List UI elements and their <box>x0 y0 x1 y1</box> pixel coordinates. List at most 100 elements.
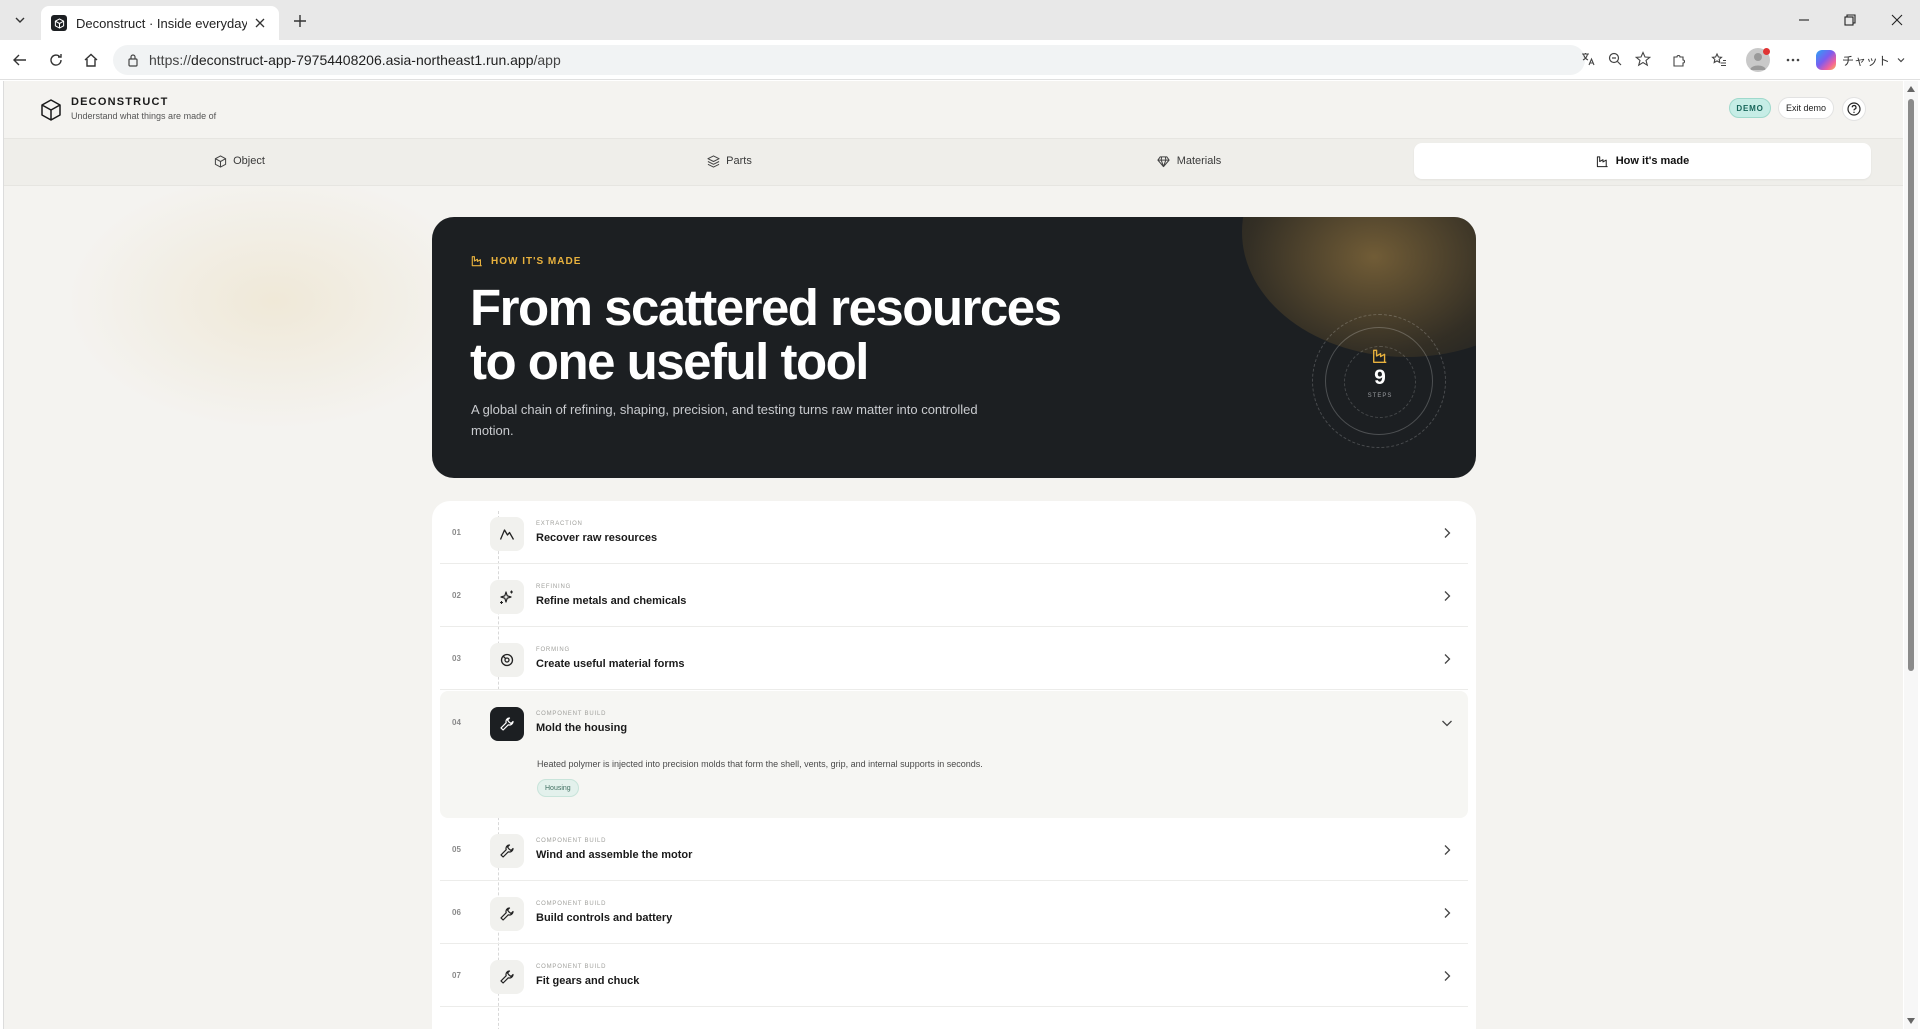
chevron-right-icon <box>1440 969 1454 983</box>
hero-title-line1: From scattered resources <box>470 279 1062 336</box>
step-category: COMPONENT BUILD <box>536 711 607 717</box>
scroll-down-arrow-icon[interactable] <box>1907 1017 1915 1025</box>
browser-tab-active[interactable]: Deconstruct · Inside everyday things <box>41 6 279 40</box>
step-category: EXTRACTION <box>536 521 583 527</box>
step-category: COMPONENT BUILD <box>536 964 607 970</box>
step-row-07[interactable]: 07 COMPONENT BUILD Fit gears and chuck <box>440 944 1468 1007</box>
notification-dot <box>1763 48 1770 55</box>
url-host: deconstruct-app-79754408206.asia-northea… <box>191 52 534 68</box>
forming-icon <box>490 643 524 677</box>
wrench-icon <box>490 834 524 868</box>
steps-label: STEPS <box>1367 393 1393 399</box>
step-title: Recover raw resources <box>536 532 658 544</box>
tab-list-button[interactable] <box>6 6 34 34</box>
layers-icon <box>706 154 720 168</box>
scrollbar-thumb[interactable] <box>1908 99 1914 671</box>
favorites-icon[interactable] <box>1708 49 1730 71</box>
cube-logo-icon[interactable] <box>37 96 65 124</box>
close-tab-icon[interactable] <box>251 14 269 32</box>
mountain-icon <box>490 517 524 551</box>
page-scrollbar[interactable] <box>1904 81 1918 1029</box>
background-glow <box>64 171 484 431</box>
close-window-button[interactable] <box>1884 8 1910 32</box>
zoom-icon[interactable] <box>1604 48 1626 70</box>
step-row-01[interactable]: 01 EXTRACTION Recover raw resources <box>440 501 1468 564</box>
back-button[interactable] <box>8 48 32 72</box>
browser-tab-strip: Deconstruct · Inside everyday things <box>0 0 1920 40</box>
more-menu-icon[interactable] <box>1782 49 1804 71</box>
tab-object[interactable]: Object <box>4 143 474 179</box>
tab-materials[interactable]: Materials <box>954 143 1424 179</box>
steps-count: 9 <box>1374 366 1386 389</box>
url-text: https://deconstruct-app-79754408206.asia… <box>149 52 561 68</box>
section-tabs: Object Parts Materials How it's made <box>4 138 1903 186</box>
hero-title-line2: to one useful tool <box>470 333 869 390</box>
step-title: Wind and assemble the motor <box>536 849 693 861</box>
step-row-03[interactable]: 03 FORMING Create useful material forms <box>440 627 1468 690</box>
tab-how-its-made[interactable]: How it's made <box>1414 143 1871 179</box>
chevron-right-icon <box>1440 652 1454 666</box>
favorite-star-icon[interactable] <box>1632 48 1654 70</box>
wrench-icon <box>490 960 524 994</box>
reload-button[interactable] <box>44 48 68 72</box>
step-row-05[interactable]: 05 COMPONENT BUILD Wind and assemble the… <box>440 818 1468 881</box>
tab-title: Deconstruct · Inside everyday things <box>76 15 247 31</box>
cube-icon <box>213 154 227 168</box>
page-viewport: DECONSTRUCT Understand what things are m… <box>3 81 1903 1029</box>
home-button[interactable] <box>79 48 103 72</box>
step-category: COMPONENT BUILD <box>536 901 607 907</box>
restore-window-button[interactable] <box>1837 8 1863 32</box>
brand-name[interactable]: DECONSTRUCT <box>71 96 169 108</box>
gem-icon <box>1157 154 1171 168</box>
step-title: Mold the housing <box>536 722 628 734</box>
chevron-right-icon <box>1440 526 1454 540</box>
copilot-chat-button[interactable]: チャット <box>1816 48 1906 72</box>
minimize-window-button[interactable] <box>1791 8 1817 32</box>
new-tab-button[interactable] <box>288 9 312 33</box>
wrench-icon <box>490 707 524 741</box>
address-bar[interactable]: https://deconstruct-app-79754408206.asia… <box>113 45 1585 75</box>
browser-toolbar: https://deconstruct-app-79754408206.asia… <box>0 40 1920 80</box>
translate-icon[interactable] <box>1577 48 1599 70</box>
step-category: FORMING <box>536 647 570 653</box>
steps-count-ring: 9 STEPS <box>1312 314 1446 448</box>
sparkle-icon <box>490 580 524 614</box>
step-row-04[interactable]: 04 COMPONENT BUILD Mold the housing Heat… <box>440 691 1468 818</box>
step-part-tag[interactable]: Housing <box>537 779 579 797</box>
step-category: REFINING <box>536 584 572 590</box>
step-title: Create useful material forms <box>536 658 685 670</box>
step-number: 03 <box>452 654 461 663</box>
hero-eyebrow: HOW IT'S MADE <box>471 255 581 267</box>
step-row-02[interactable]: 02 REFINING Refine metals and chemicals <box>440 564 1468 627</box>
step-row-06[interactable]: 06 COMPONENT BUILD Build controls and ba… <box>440 881 1468 944</box>
tab-label: Parts <box>726 155 752 167</box>
deconstruct-favicon-icon <box>51 15 67 31</box>
tab-label: Object <box>233 155 265 167</box>
tab-parts[interactable]: Parts <box>494 143 964 179</box>
chevron-right-icon <box>1440 843 1454 857</box>
chevron-right-icon <box>1440 906 1454 920</box>
tab-label: How it's made <box>1615 155 1690 167</box>
factory-icon <box>471 256 482 267</box>
chevron-down-icon <box>1440 716 1454 730</box>
hero-eyebrow-text: HOW IT'S MADE <box>491 255 582 267</box>
demo-badge: DEMO <box>1729 98 1771 118</box>
url-path: /app <box>533 52 561 68</box>
step-title: Build controls and battery <box>536 912 673 924</box>
url-prefix: https:// <box>149 52 192 68</box>
scroll-up-arrow-icon[interactable] <box>1907 85 1915 93</box>
hero-title: From scattered resources to one useful t… <box>470 281 1110 389</box>
close-icon <box>1891 14 1903 26</box>
step-number: 01 <box>452 528 461 537</box>
step-title: Refine metals and chemicals <box>536 595 687 607</box>
exit-demo-button[interactable]: Exit demo <box>1778 97 1834 119</box>
home-icon <box>84 53 98 67</box>
step-title: Fit gears and chuck <box>536 975 640 987</box>
step-description: Heated polymer is injected into precisio… <box>537 759 983 769</box>
copilot-label: チャット <box>1842 53 1890 68</box>
site-info-icon[interactable] <box>125 52 141 68</box>
extensions-icon[interactable] <box>1668 49 1690 71</box>
help-button[interactable] <box>1842 97 1866 121</box>
step-number: 02 <box>452 591 461 600</box>
hero-banner: HOW IT'S MADE From scattered resources t… <box>432 217 1476 478</box>
